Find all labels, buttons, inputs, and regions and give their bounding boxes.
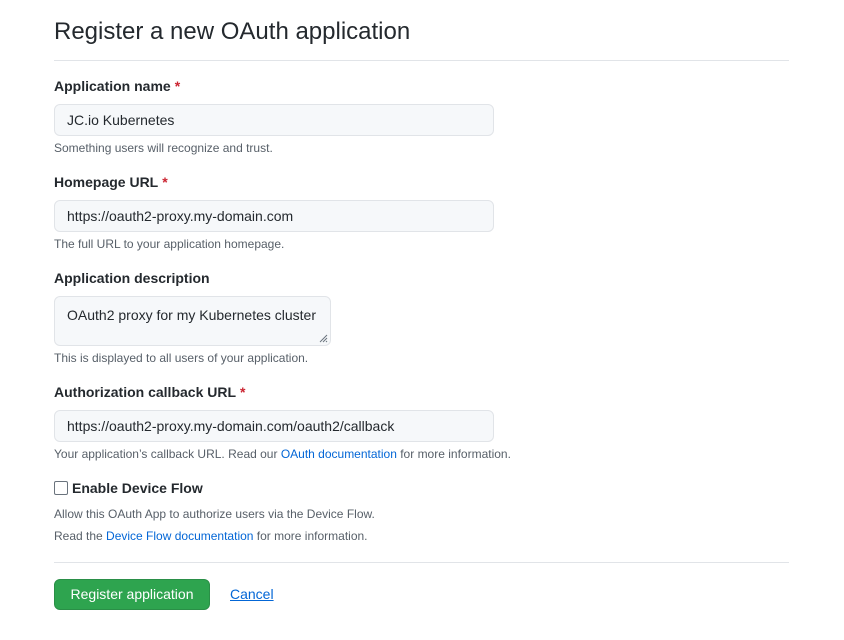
device-flow-checkbox[interactable] <box>54 481 68 495</box>
oauth-documentation-link[interactable]: OAuth documentation <box>281 447 397 461</box>
callback-url-input[interactable]: https://oauth2-proxy.my-domain.com/oauth… <box>54 410 494 442</box>
homepage-url-label-text: Homepage URL <box>54 174 159 190</box>
homepage-url-input[interactable]: https://oauth2-proxy.my-domain.com <box>54 200 494 232</box>
app-name-value: JC.io Kubernetes <box>67 112 175 128</box>
description-value: OAuth2 proxy for my Kubernetes cluster <box>67 307 316 323</box>
footer-divider <box>54 562 789 563</box>
callback-url-label-text: Authorization callback URL <box>54 384 237 400</box>
app-name-input[interactable]: JC.io Kubernetes <box>54 104 494 136</box>
device-flow-help: Allow this OAuth App to authorize users … <box>54 507 375 521</box>
device-flow-docs-prefix: Read the <box>54 529 107 543</box>
resize-handle-icon[interactable] <box>319 334 328 343</box>
callback-help-prefix: Your application’s callback URL. Read ou… <box>54 447 281 461</box>
description-help: This is displayed to all users of your a… <box>54 351 309 365</box>
header-divider <box>54 60 789 61</box>
device-flow-label[interactable]: Enable Device Flow <box>72 478 203 498</box>
homepage-url-value: https://oauth2-proxy.my-domain.com <box>67 208 294 224</box>
homepage-url-label: Homepage URL * <box>54 172 168 192</box>
required-mark: * <box>174 78 181 94</box>
register-application-button[interactable]: Register application <box>54 579 210 610</box>
app-name-label: Application name * <box>54 76 180 96</box>
cancel-link[interactable]: Cancel <box>230 584 274 604</box>
app-name-help: Something users will recognize and trust… <box>54 141 273 155</box>
device-flow-documentation-link[interactable]: Device Flow documentation <box>106 529 253 543</box>
callback-url-label: Authorization callback URL * <box>54 382 245 402</box>
description-textarea[interactable]: OAuth2 proxy for my Kubernetes cluster <box>54 296 331 346</box>
app-name-label-text: Application name <box>54 78 171 94</box>
required-mark: * <box>240 384 246 400</box>
page-title: Register a new OAuth application <box>54 18 411 45</box>
required-mark: * <box>162 174 168 190</box>
callback-url-value: https://oauth2-proxy.my-domain.com/oauth… <box>67 418 395 434</box>
callback-help-suffix: for more information. <box>396 447 511 461</box>
device-flow-docs-suffix: for more information. <box>253 529 368 543</box>
callback-url-help: Your application’s callback URL. Read ou… <box>54 445 511 463</box>
homepage-url-help: The full URL to your application homepag… <box>54 237 285 251</box>
description-label: Application description <box>54 270 210 286</box>
device-flow-docs-note: Read the Device Flow documentation for m… <box>54 527 368 545</box>
